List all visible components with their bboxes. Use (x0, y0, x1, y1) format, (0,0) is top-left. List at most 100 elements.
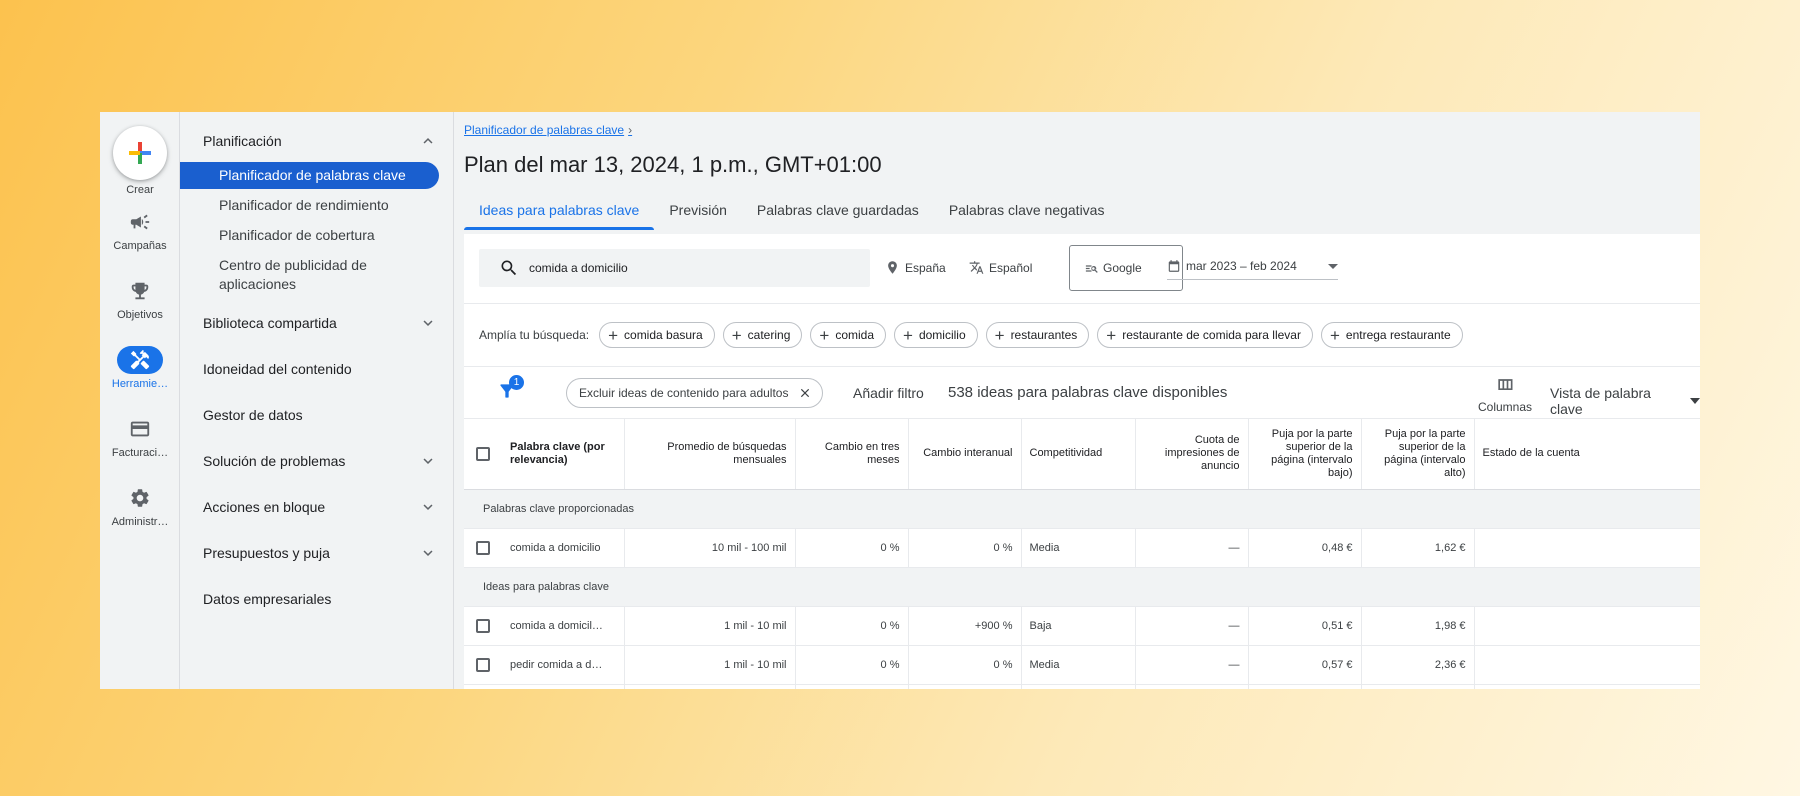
cell-keyword[interactable]: comida a domicilio (502, 528, 625, 568)
plus-icon: + (819, 325, 830, 345)
nav-group-bulk-actions[interactable]: Acciones en bloque (180, 484, 453, 530)
row-checkbox[interactable] (464, 684, 502, 689)
nav-item-reach-planner[interactable]: Planificador de cobertura (180, 222, 439, 249)
tab-keyword-ideas[interactable]: Ideas para palabras clave (464, 190, 655, 230)
cell-bid-high: 1,62 € (1361, 528, 1475, 568)
tab-negative-keywords[interactable]: Palabras clave negativas (934, 190, 1120, 230)
cell-bid-high (1361, 684, 1475, 689)
broaden-chip[interactable]: + catering (722, 322, 803, 348)
cell-bid-high: 2,36 € (1361, 645, 1475, 685)
col-header-yoy-change[interactable]: Cambio interanual (908, 419, 1022, 490)
create-label: Crear (126, 184, 154, 196)
broaden-chip[interactable]: + domicilio (894, 322, 978, 348)
nav-item-content-suitability[interactable]: Idoneidad del contenido (180, 346, 453, 392)
broaden-chip[interactable]: + comida (810, 322, 886, 348)
adult-ideas-filter-chip[interactable]: Excluir ideas de contenido para adultos (566, 378, 824, 408)
rail-goals[interactable]: Objetivos (100, 277, 180, 321)
nav-group-troubleshooting[interactable]: Solución de problemas (180, 438, 453, 484)
rail-billing[interactable]: Facturaci… (100, 415, 180, 459)
rail-admin[interactable]: Administr… (100, 484, 180, 528)
rail-label: Campañas (113, 240, 167, 252)
cell-account-status (1474, 645, 1700, 685)
keyword-ideas-panel: comida a domicilio España Español Google… (464, 234, 1700, 689)
plus-icon: + (1106, 325, 1117, 345)
nav-group-label: Solución de problemas (203, 453, 346, 469)
chip-label: comida basura (624, 328, 703, 342)
google-ads-window: Crear Campañas Objetivos Herramie… Factu (100, 112, 1700, 689)
cell-keyword[interactable] (502, 684, 625, 689)
section-label: Palabras clave proporcionadas (464, 489, 1700, 529)
col-header-impression-share[interactable]: Cuota de impresiones de anuncio (1135, 419, 1249, 490)
cell-avg-searches: 10 mil - 100 mil (624, 528, 796, 568)
rail-label: Herramie… (111, 378, 169, 390)
location-filter[interactable]: España (885, 260, 946, 275)
plus-icon: + (1329, 325, 1340, 345)
col-header-bid-low[interactable]: Puja por la parte superior de la página … (1248, 419, 1362, 490)
cell-three-month-change (795, 684, 909, 689)
select-all-checkbox[interactable] (464, 419, 502, 490)
chip-label: Excluir ideas de contenido para adultos (579, 386, 789, 400)
cell-bid-low: 0,48 € (1248, 528, 1362, 568)
nav-item-business-data[interactable]: Datos empresariales (180, 576, 453, 622)
date-range-select[interactable]: mar 2023 – feb 2024 (1167, 259, 1338, 280)
row-checkbox[interactable] (464, 645, 502, 685)
calendar-icon (1168, 260, 1180, 272)
network-search-icon (1085, 264, 1098, 273)
nav-group-planning[interactable]: Planificación (180, 120, 453, 162)
col-header-keyword[interactable]: Palabra clave (por relevancia) (502, 419, 625, 490)
broaden-chip[interactable]: + entrega restaurante (1320, 322, 1463, 348)
add-filter-button[interactable]: Añadir filtro (853, 385, 924, 401)
cell-keyword[interactable]: comida a domicil… (502, 606, 625, 646)
create-plus-icon (113, 126, 167, 180)
col-header-avg-searches[interactable]: Promedio de búsquedas mensuales (624, 419, 796, 490)
rail-tools[interactable]: Herramie… (100, 346, 180, 390)
nav-item-app-advertising-hub[interactable]: Centro de publicidad de aplicaciones (180, 252, 439, 298)
dropdown-caret-icon (1328, 263, 1338, 269)
col-header-account-status[interactable]: Estado de la cuenta (1474, 419, 1700, 490)
rail-label: Facturaci… (111, 447, 169, 459)
view-select[interactable]: Vista de palabra clave (1550, 385, 1700, 417)
row-checkbox[interactable] (464, 528, 502, 568)
tab-saved-keywords[interactable]: Palabras clave guardadas (742, 190, 934, 230)
search-row: comida a domicilio España Español Google… (464, 234, 1700, 304)
cell-keyword[interactable]: pedir comida a d… (502, 645, 625, 685)
breadcrumb[interactable]: Planificador de palabras clave › (464, 123, 632, 137)
nav-item-keyword-planner[interactable]: Planificador de palabras clave (180, 162, 439, 189)
nav-group-label: Planificación (203, 133, 282, 149)
cell-bid-low: 0,57 € (1248, 645, 1362, 685)
columns-button[interactable]: Columnas (1475, 375, 1535, 414)
nav-item-performance-planner[interactable]: Planificador de rendimiento (180, 192, 439, 219)
checkbox-icon (476, 540, 490, 555)
row-checkbox[interactable] (464, 606, 502, 646)
search-icon (501, 260, 517, 276)
col-header-three-month-change[interactable]: Cambio en tres meses (795, 419, 909, 490)
col-header-competition[interactable]: Competitividad (1021, 419, 1136, 490)
create-button[interactable]: Crear (100, 120, 180, 196)
col-header-bid-high[interactable]: Puja por la parte superior de la página … (1361, 419, 1475, 490)
breadcrumb-link[interactable]: Planificador de palabras clave (464, 123, 624, 137)
broaden-chip[interactable]: + comida basura (599, 322, 715, 348)
page-title: Plan del mar 13, 2024, 1 p.m., GMT+01:00 (464, 152, 882, 177)
close-icon[interactable] (798, 386, 812, 400)
network-filter[interactable]: Google (1069, 245, 1183, 291)
chip-label: catering (747, 328, 791, 342)
rail-campaigns[interactable]: Campañas (100, 208, 180, 252)
megaphone-icon (117, 208, 163, 236)
broaden-chip[interactable]: + restaurantes (985, 322, 1090, 348)
plus-icon: + (994, 325, 1005, 345)
cell-avg-searches (624, 684, 796, 689)
tab-forecast[interactable]: Previsión (654, 190, 742, 230)
broaden-chip[interactable]: + restaurante de comida para llevar (1097, 322, 1313, 348)
broaden-search-row: Amplía tu búsqueda: + comida basura + cate… (464, 304, 1700, 367)
nav-group-shared-library[interactable]: Biblioteca compartida (180, 300, 453, 346)
columns-icon (1498, 379, 1513, 390)
chip-label: restaurante de comida para llevar (1122, 328, 1301, 342)
nav-item-data-manager[interactable]: Gestor de datos (180, 392, 453, 438)
rail-label: Objetivos (117, 309, 163, 321)
nav-group-budgets[interactable]: Presupuestos y puja (180, 530, 453, 576)
rail-label: Administr… (111, 516, 169, 528)
cell-bid-low (1248, 684, 1362, 689)
keyword-search-input[interactable]: comida a domicilio (479, 249, 870, 287)
filter-button[interactable]: 1 (497, 375, 524, 406)
language-filter[interactable]: Español (969, 260, 1032, 275)
